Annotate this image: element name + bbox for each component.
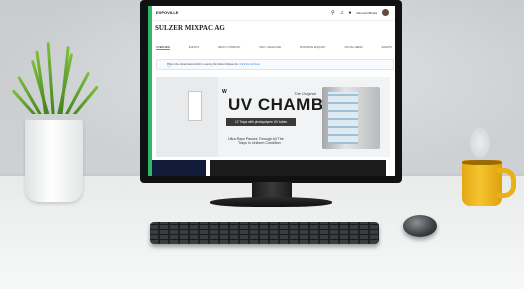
keyboard xyxy=(150,222,379,244)
banner-brand-mark: W xyxy=(222,89,227,95)
monitor-base xyxy=(210,197,332,207)
desk-scene: EXPOVILLE ⚲ ♫ ● Ramesh Bhatia SULZER MIX… xyxy=(0,0,524,289)
lab-device xyxy=(188,91,202,121)
tab-overview[interactable]: OVERVIEW xyxy=(156,46,170,50)
brand-logo[interactable]: EXPOVILLE xyxy=(156,10,178,15)
tab-business-enquiry[interactable]: BUSINESS ENQUIRY xyxy=(300,46,326,50)
notice-text: This is the virtual stand which is ownin… xyxy=(167,63,261,66)
thumbnail-2[interactable] xyxy=(210,160,386,176)
thumbnail-strip xyxy=(152,160,386,176)
tab-events-2[interactable]: EVENTS xyxy=(382,46,392,50)
tab-bar: OVERVIEW EVENTS ABOUT COMPANY INFO / SEL… xyxy=(156,46,392,50)
notice-bar: ⓘ This is the virtual stand which is own… xyxy=(156,59,394,70)
uv-chamber-trays xyxy=(328,92,358,144)
plant-pot xyxy=(25,114,83,202)
plant-leaves xyxy=(11,36,99,122)
banner-subtitle: 12 Trays with photopolyme UV tubes xyxy=(226,118,296,126)
top-icons: ⚲ ♫ ● Ramesh Bhatia xyxy=(331,9,389,16)
user-name[interactable]: Ramesh Bhatia xyxy=(356,11,377,15)
user-icon[interactable]: ● xyxy=(348,10,351,16)
tab-events[interactable]: EVENTS xyxy=(189,46,199,50)
company-title: SULZER MIXPAC AG xyxy=(155,24,225,32)
notice-link[interactable]: Click the link here xyxy=(240,63,260,66)
uv-chamber-image xyxy=(322,87,380,149)
sidebar-strip xyxy=(148,6,152,176)
avatar[interactable] xyxy=(382,9,389,16)
promo-banner[interactable]: W The Original UV CHAMBER 12 Trays with … xyxy=(156,77,390,157)
tab-about-company[interactable]: ABOUT COMPANY xyxy=(218,46,241,50)
tab-social-media[interactable]: SOCIAL MEDIA xyxy=(344,46,362,50)
steam xyxy=(470,128,490,158)
tab-info[interactable]: INFO / SELECTED xyxy=(259,46,281,50)
monitor-screen: EXPOVILLE ⚲ ♫ ● Ramesh Bhatia SULZER MIX… xyxy=(148,6,395,176)
bell-icon[interactable]: ♫ xyxy=(340,10,344,16)
search-icon[interactable]: ⚲ xyxy=(331,10,335,16)
mouse xyxy=(403,215,437,237)
top-bar: EXPOVILLE ⚲ ♫ ● Ramesh Bhatia xyxy=(152,6,395,21)
banner-feature: Ultra Rays Passes Through All The Trays … xyxy=(228,137,284,145)
thumbnail-1[interactable] xyxy=(152,160,207,176)
banner-lab-image xyxy=(156,77,218,157)
coffee-mug xyxy=(462,160,502,206)
banner-feature-line2: Trays In Uniform Condition xyxy=(238,141,281,145)
mug-handle xyxy=(497,168,516,198)
